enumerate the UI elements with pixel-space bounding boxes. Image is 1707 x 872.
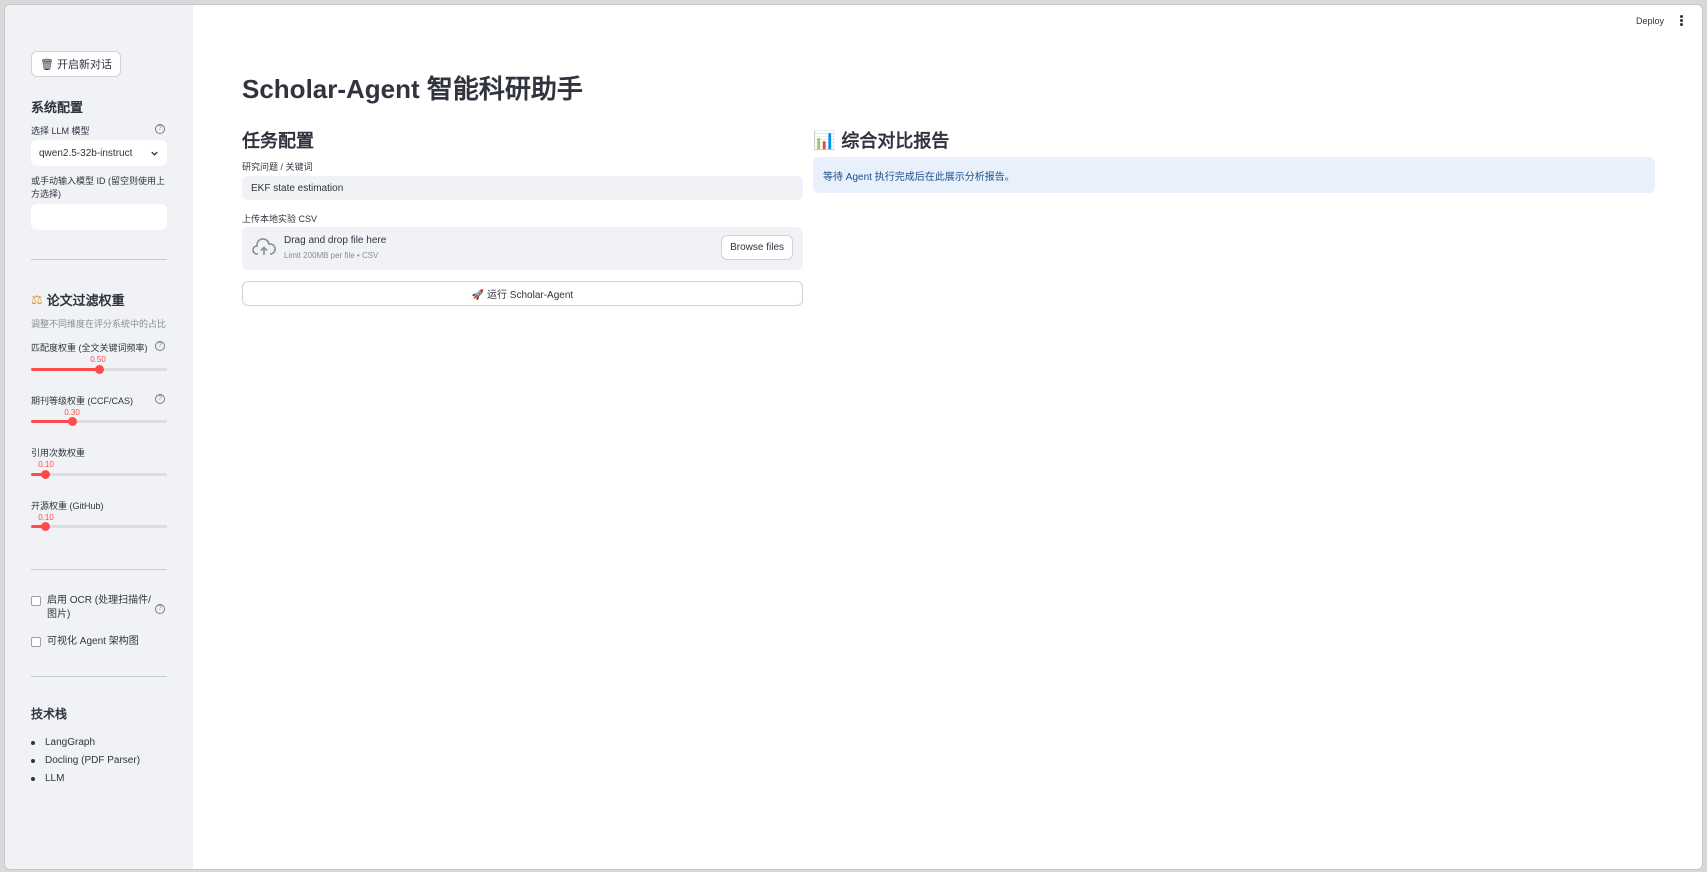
list-item: LLM <box>31 770 140 788</box>
ocr-checkbox[interactable] <box>31 596 41 606</box>
viz-label: 可视化 Agent 架构图 <box>47 636 139 647</box>
help-icon[interactable]: ? <box>155 124 165 134</box>
sidebar: 🗑 开启新对话 系统配置 选择 LLM 模型 ? qwen2.5-32b-ins… <box>5 5 193 869</box>
report-heading: 📊 综合对比报告 <box>813 129 950 152</box>
llm-model-selected: qwen2.5-32b-instruct <box>39 147 133 159</box>
task-config-heading: 任务配置 <box>242 131 314 151</box>
slider-opensource-value: 0.10 <box>38 513 54 522</box>
llm-select-label: 选择 LLM 模型 <box>31 126 90 136</box>
llm-model-select[interactable]: qwen2.5-32b-instruct <box>31 140 167 166</box>
scale-icon: ⚖ <box>31 291 43 307</box>
slider-thumb[interactable] <box>40 470 50 479</box>
tech-stack-list: LangGraph Docling (PDF Parser) LLM <box>31 734 140 788</box>
slider-opensource-label: 开源权重 (GitHub) <box>31 501 104 511</box>
slider-fill <box>31 420 72 423</box>
divider <box>31 569 167 570</box>
new-chat-button[interactable]: 🗑 开启新对话 <box>31 51 122 77</box>
new-chat-label: 🗑 开启新对话 <box>40 59 113 71</box>
slider-thumb[interactable] <box>95 365 104 374</box>
query-label: 研究问题 / 关键词 <box>242 162 313 172</box>
report-info-box: 等待 Agent 执行完成后在此展示分析报告。 <box>813 157 1655 193</box>
divider <box>31 259 167 260</box>
query-input[interactable]: EKF state estimation <box>242 176 803 200</box>
deploy-button[interactable]: Deploy <box>1636 16 1664 26</box>
upload-label: 上传本地实验 CSV <box>242 214 318 224</box>
help-icon[interactable]: ? <box>155 394 165 404</box>
slider-match-value: 0.50 <box>90 355 106 364</box>
slider-citation-label: 引用次数权重 <box>31 448 86 458</box>
help-icon[interactable]: ? <box>155 341 165 351</box>
slider-journal-value: 0.30 <box>64 408 80 417</box>
more-vertical-icon[interactable] <box>1680 15 1684 27</box>
slider-citation[interactable] <box>31 470 167 479</box>
slider-citation-value: 0.10 <box>38 460 54 469</box>
report-info-text: 等待 Agent 执行完成后在此展示分析报告。 <box>823 171 1015 183</box>
slider-journal[interactable] <box>31 417 167 426</box>
manual-model-label: 或手动输入模型 ID (留空则使用上 方选择) <box>31 176 165 199</box>
help-icon[interactable]: ? <box>155 604 165 614</box>
tech-stack-heading: 技术栈 <box>31 707 68 721</box>
cloud-upload-icon <box>252 238 276 255</box>
slider-opensource[interactable] <box>31 522 167 531</box>
dropzone-main-text: Drag and drop file here <box>284 235 387 246</box>
run-agent-label: 🚀 运行 Scholar-Agent <box>471 290 574 301</box>
ocr-label: 启用 OCR (处理扫描件/ 图片) <box>47 595 151 620</box>
system-config-heading: 系统配置 <box>31 100 84 115</box>
list-item: Docling (PDF Parser) <box>31 752 140 770</box>
page-title: Scholar-Agent 智能科研助手 <box>242 74 583 104</box>
weights-heading: ⚖ 论文过滤权重 <box>31 291 125 309</box>
slider-match[interactable] <box>31 365 167 374</box>
manual-model-input[interactable] <box>31 204 167 230</box>
slider-thumb[interactable] <box>67 417 77 426</box>
slider-journal-label: 期刊等级权重 (CCF/CAS) <box>31 396 133 406</box>
file-dropzone[interactable]: Drag and drop file here Limit 200MB per … <box>242 227 803 270</box>
bar-chart-icon: 📊 <box>813 129 836 150</box>
query-value: EKF state estimation <box>251 182 344 194</box>
list-item: LangGraph <box>31 734 140 752</box>
divider <box>31 676 167 677</box>
browse-files-button[interactable]: Browse files <box>721 235 793 260</box>
chevron-down-icon <box>151 151 158 156</box>
slider-fill <box>31 368 99 371</box>
viz-checkbox[interactable] <box>31 637 41 647</box>
weights-description: 调整不同维度在评分系统中的占比 <box>31 319 167 329</box>
slider-thumb[interactable] <box>40 522 50 531</box>
dropzone-limit-text: Limit 200MB per file • CSV <box>284 251 379 260</box>
app-window: 🗑 开启新对话 系统配置 选择 LLM 模型 ? qwen2.5-32b-ins… <box>4 4 1703 870</box>
slider-match-label: 匹配度权重 (全文关键词频率) <box>31 343 148 353</box>
run-agent-button[interactable]: 🚀 运行 Scholar-Agent <box>242 281 803 306</box>
